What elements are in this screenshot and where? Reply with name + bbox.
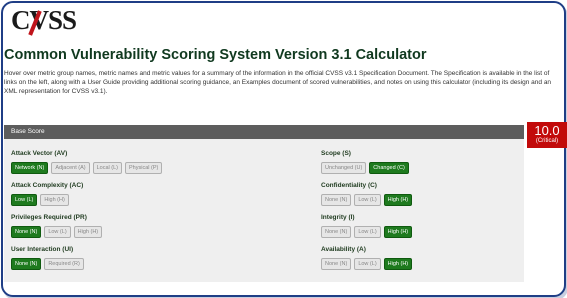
metric-options-ui: None (N) Required (R) — [11, 258, 87, 276]
metric-group-i: Integrity (I) None (N) Low (L) High (H) — [321, 214, 415, 244]
option-c-none-n[interactable]: None (N) — [321, 194, 352, 206]
option-i-low-l[interactable]: Low (L) — [354, 226, 381, 238]
metric-label-i[interactable]: Integrity (I) — [321, 214, 415, 221]
option-ui-none-n[interactable]: None (N) — [11, 258, 42, 270]
base-score-severity: (Critical) — [535, 138, 559, 144]
option-av-physical-p[interactable]: Physical (P) — [125, 162, 163, 174]
option-ac-low-l[interactable]: Low (L) — [11, 194, 38, 206]
option-a-low-l[interactable]: Low (L) — [354, 258, 381, 270]
base-score-label: Base Score — [11, 128, 45, 135]
base-score-value: 10.0 — [534, 123, 560, 138]
option-pr-low-l[interactable]: Low (L) — [44, 226, 71, 238]
metric-label-pr[interactable]: Privileges Required (PR) — [11, 214, 105, 221]
metric-options-av: Network (N) Adjacent (A) Local (L) Physical… — [11, 162, 165, 180]
base-score-badge: 10.0 (Critical) — [527, 122, 567, 148]
option-i-none-n[interactable]: None (N) — [321, 226, 352, 238]
option-a-high-h[interactable]: High (H) — [383, 258, 413, 270]
option-ui-required-r[interactable]: Required (R) — [44, 258, 84, 270]
metric-label-ac[interactable]: Attack Complexity (AC) — [11, 182, 83, 189]
page-description: Hover over metric group names, metric na… — [4, 70, 552, 95]
metric-label-s[interactable]: Scope (S) — [321, 150, 412, 157]
option-c-low-l[interactable]: Low (L) — [354, 194, 381, 206]
metric-group-s: Scope (S) Unchanged (U) Changed (C) — [321, 150, 412, 180]
metric-label-av[interactable]: Attack Vector (AV) — [11, 150, 165, 157]
metric-group-pr: Privileges Required (PR) None (N) Low (L)… — [11, 214, 105, 244]
option-pr-high-h[interactable]: High (H) — [73, 226, 103, 238]
page-title: Common Vulnerability Scoring System Vers… — [4, 47, 427, 63]
option-ac-high-h[interactable]: High (H) — [40, 194, 69, 206]
option-a-none-n[interactable]: None (N) — [321, 258, 352, 270]
metric-group-ui: User Interaction (UI) None (N) Required (… — [11, 246, 87, 276]
option-s-unchanged-u[interactable]: Unchanged (U) — [321, 162, 367, 174]
metric-label-ui[interactable]: User Interaction (UI) — [11, 246, 87, 253]
metric-group-a: Availability (A) None (N) Low (L) High (H) — [321, 246, 415, 276]
metric-options-i: None (N) Low (L) High (H) — [321, 226, 415, 244]
metric-label-c[interactable]: Confidentiality (C) — [321, 182, 415, 189]
metric-options-a: None (N) Low (L) High (H) — [321, 258, 415, 276]
metric-options-ac: Low (L) High (H) — [11, 194, 83, 212]
option-s-changed-c[interactable]: Changed (C) — [369, 162, 409, 174]
option-pr-none-n[interactable]: None (N) — [11, 226, 42, 238]
metric-label-a[interactable]: Availability (A) — [321, 246, 415, 253]
metric-options-c: None (N) Low (L) High (H) — [321, 194, 415, 212]
metric-options-pr: None (N) Low (L) High (H) — [11, 226, 105, 244]
metric-group-c: Confidentiality (C) None (N) Low (L) High … — [321, 182, 415, 212]
base-metrics-panel: Attack Vector (AV) Network (N) Adjacent (… — [4, 139, 524, 282]
option-av-adjacent-a[interactable]: Adjacent (A) — [51, 162, 90, 174]
option-c-high-h[interactable]: High (H) — [383, 194, 413, 206]
option-i-high-h[interactable]: High (H) — [383, 226, 413, 238]
option-av-local-l[interactable]: Local (L) — [92, 162, 123, 174]
metric-group-av: Attack Vector (AV) Network (N) Adjacent (… — [11, 150, 165, 180]
option-av-network-n[interactable]: Network (N) — [11, 162, 49, 174]
cvss-logo[interactable]: CVSS — [9, 5, 77, 36]
metric-options-s: Unchanged (U) Changed (C) — [321, 162, 412, 180]
metric-group-ac: Attack Complexity (AC) Low (L) High (H) — [11, 182, 83, 212]
logo-text: CVSS — [11, 5, 77, 35]
base-score-header: Base Score — [4, 125, 524, 139]
